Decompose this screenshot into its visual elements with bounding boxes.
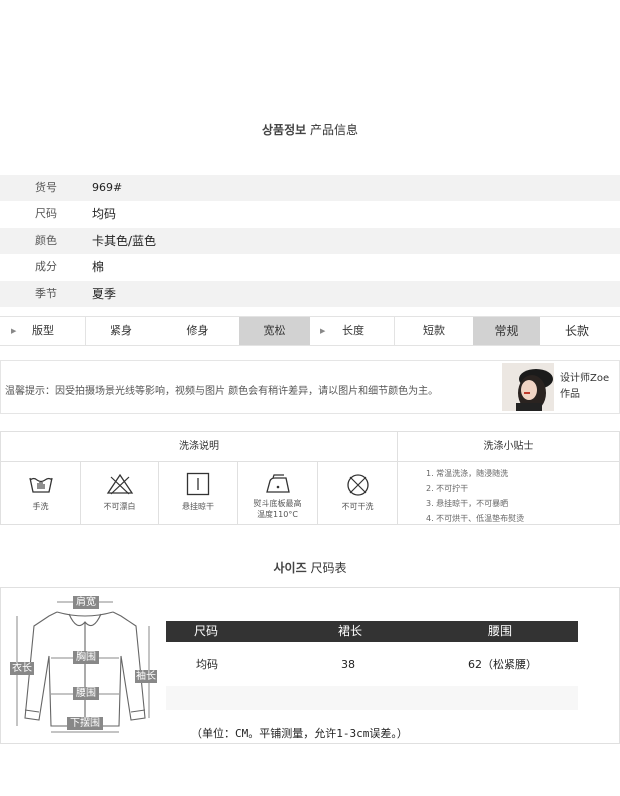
wash-symbol-hand-wash: 手洗 bbox=[1, 462, 81, 524]
info-label: 颜色 bbox=[35, 234, 57, 247]
wash-tips-list: 1. 常温洗涤，随浸随洗 2. 不可拧干 3. 悬挂晾干，不可暴晒 4. 不可烘… bbox=[426, 466, 524, 526]
info-value: 卡其色/蓝色 bbox=[92, 234, 157, 248]
hang-dry-icon bbox=[186, 472, 210, 496]
wash-tip: 2. 不可拧干 bbox=[426, 484, 469, 493]
title-chinese: 产品信息 bbox=[309, 123, 358, 137]
iron-label-line1: 熨斗底板最高 bbox=[253, 499, 302, 508]
fit-option-tight: 紧身 bbox=[85, 317, 156, 345]
no-bleach-icon bbox=[106, 473, 133, 495]
info-value: 均码 bbox=[92, 207, 117, 221]
info-label: 成分 bbox=[35, 260, 57, 273]
wash-symbol-label: 悬挂晾干 bbox=[182, 502, 214, 511]
fit-option-slim: 修身 bbox=[186, 324, 209, 337]
wash-tip: 3. 悬挂晾干，不可暴晒 bbox=[426, 499, 509, 508]
title-korean: 상품정보 bbox=[261, 123, 307, 137]
triangle-right-icon: ▶ bbox=[11, 327, 17, 335]
wash-symbol-no-dry-clean: 不可干洗 bbox=[318, 462, 398, 524]
label-chest: 胸围 bbox=[73, 651, 99, 664]
product-info-title: 상품정보 产品信息 bbox=[0, 121, 620, 138]
designer-works: 作品 bbox=[560, 389, 580, 400]
info-row-season: 季节 夏季 bbox=[0, 281, 620, 307]
notice-text: 温馨提示：因受拍摄场景光线等影响，视频与图片 颜色会有稍许差异，请以图片和细节颜… bbox=[5, 386, 439, 397]
fit-length-label: 长度 bbox=[342, 324, 364, 337]
wash-tip: 1. 常温洗涤，随浸随洗 bbox=[426, 469, 509, 478]
info-row-color: 颜色 卡其色/蓝色 bbox=[0, 228, 620, 254]
fit-row: ▶ 版型 紧身 修身 宽松 ▶ 长度 短款 常规 长款 bbox=[0, 316, 620, 346]
info-label: 货号 bbox=[35, 181, 57, 194]
wash-symbol-no-bleach: 不可漂白 bbox=[81, 462, 159, 524]
hand-wash-icon bbox=[28, 477, 53, 493]
wash-symbol-label: 不可干洗 bbox=[341, 502, 374, 511]
size-cell: 62（松紧腰） bbox=[468, 658, 537, 671]
size-table-empty-row bbox=[166, 686, 578, 710]
size-title: 사이즈 尺码表 bbox=[0, 559, 620, 576]
info-value: 夏季 bbox=[92, 287, 117, 301]
size-cell: 均码 bbox=[196, 658, 218, 671]
size-chart-box: 肩宽 胸围 腰围 下摆围 衣长 袖长 尺码 裙长 腰围 均码 38 62（松紧腰… bbox=[0, 587, 620, 744]
no-tumble-dry-icon bbox=[346, 474, 369, 496]
wash-instructions-title: 洗涤说明 bbox=[1, 432, 398, 462]
wash-symbol-label: 熨斗底板最高 温度110°C bbox=[238, 498, 317, 520]
length-option-short: 短款 bbox=[394, 317, 473, 345]
size-table-header: 尺码 裙长 腰围 bbox=[166, 621, 578, 642]
size-table-row: 均码 38 62（松紧腰） bbox=[166, 654, 578, 676]
wash-symbol-hang-dry: 悬挂晾干 bbox=[159, 462, 238, 524]
triangle-right-icon: ▶ bbox=[320, 327, 326, 335]
designer-name: 设计师Zoe bbox=[560, 373, 610, 384]
label-shoulder: 肩宽 bbox=[73, 596, 99, 609]
length-option-regular: 常规 bbox=[473, 317, 540, 345]
info-value: 969# bbox=[92, 181, 123, 194]
info-row-sku: 货号 969# bbox=[0, 175, 620, 201]
title-chinese: 尺码表 bbox=[310, 561, 347, 575]
label-length: 衣长 bbox=[10, 662, 34, 675]
label-hem: 下摆围 bbox=[67, 717, 103, 730]
wash-symbol-iron: 熨斗底板最高 温度110°C bbox=[238, 462, 318, 524]
wash-tip: 4. 不可烘干、低温垫布熨烫 bbox=[426, 514, 525, 523]
fit-option-loose: 宽松 bbox=[239, 317, 310, 345]
size-header-cell: 裙长 bbox=[338, 624, 363, 638]
wash-section: 洗涤说明 洗涤小贴士 手洗 不可漂白 悬挂晾干 熨斗底板最高 温度110°C 不… bbox=[0, 431, 620, 525]
wash-tips-title: 洗涤小贴士 bbox=[398, 432, 619, 462]
size-cell: 38 bbox=[341, 658, 355, 671]
wash-symbol-label: 手洗 bbox=[32, 502, 49, 511]
size-header-cell: 尺码 bbox=[194, 624, 219, 638]
size-note: （单位：CM。平铺测量，允许1-3cm误差。） bbox=[191, 727, 408, 740]
fit-silhouette-label: 版型 bbox=[32, 324, 54, 337]
length-option-long: 长款 bbox=[564, 324, 589, 338]
info-label: 尺码 bbox=[35, 207, 57, 220]
label-sleeve: 袖长 bbox=[135, 670, 157, 683]
title-korean: 사이즈 bbox=[273, 561, 307, 575]
wash-symbol-label: 不可漂白 bbox=[103, 502, 136, 511]
iron-label-line2: 温度110°C bbox=[257, 510, 298, 519]
notice-box: 温馨提示：因受拍摄场景光线等影响，视频与图片 颜色会有稍许差异，请以图片和细节颜… bbox=[0, 360, 620, 414]
iron-icon bbox=[265, 474, 290, 493]
label-waist: 腰围 bbox=[73, 687, 99, 700]
designer-photo bbox=[502, 363, 554, 411]
info-value: 棉 bbox=[92, 260, 105, 274]
size-header-cell: 腰围 bbox=[488, 624, 513, 638]
info-label: 季节 bbox=[35, 287, 57, 300]
info-row-size: 尺码 均码 bbox=[0, 201, 620, 227]
info-row-material: 成分 棉 bbox=[0, 254, 620, 280]
designer-label: 设计师Zoe 作品 bbox=[560, 371, 609, 403]
